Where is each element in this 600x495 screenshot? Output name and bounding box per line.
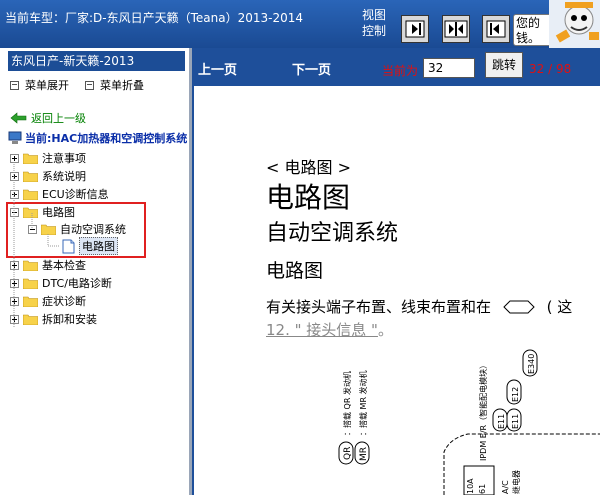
- right-arrow-icon: [405, 20, 425, 38]
- svg-text:E340: E340: [527, 354, 536, 374]
- page-nav-bar: 上一页 下一页 当前为 跳转 32 / 98: [192, 48, 600, 86]
- next-page-link[interactable]: 下一页: [292, 59, 331, 78]
- fuse-number: 61: [478, 484, 487, 494]
- fuse-label: 10A: [466, 478, 475, 494]
- wiring-diagram: QR ：搭载 QR 发动机 MR ：搭载 MR 发动机 E340 E12 E11: [338, 349, 600, 495]
- view-control-label: 视图控制: [362, 8, 387, 38]
- show-right-pane-button[interactable]: [401, 15, 429, 43]
- connector-labels: E340 E12 E11 E11: [492, 349, 538, 432]
- split-view-button[interactable]: [442, 15, 470, 43]
- svg-text:E12: E12: [511, 387, 520, 402]
- engine-legend: QR ：搭载 QR 发动机 MR ：搭载 MR 发动机: [338, 370, 370, 465]
- top-bar: 当前车型：厂家:D-东风日产天籁（Teana）2013-2014 视图控制 您的…: [0, 0, 600, 48]
- mascot-icon: [549, 0, 600, 48]
- legend-mr-text: ：搭载 MR 发动机: [358, 370, 368, 436]
- legend-qr: QR: [343, 447, 353, 460]
- navigation-pane: 东风日产-新天籁-2013 菜单展开 菜单折叠 返回上一级 当前:HAC加热器和…: [0, 48, 192, 495]
- page-count: 32 / 98: [529, 62, 572, 76]
- vehicle-title: 当前车型：厂家:D-东风日产天籁（Teana）2013-2014: [5, 11, 304, 25]
- tree-lines: [13, 162, 60, 328]
- ac-label: A/C: [501, 480, 510, 494]
- svg-text:IPDM E/R（智能配电模块）: IPDM E/R（智能配电模块）: [478, 361, 488, 461]
- legend-qr-text: ：搭载 QR 发动机: [342, 371, 352, 436]
- document-view: < 电路图 > 电路图 自动空调系统 电路图 有关接头端子布置、线束布置和在 (…: [194, 86, 600, 495]
- svg-text:E11: E11: [511, 414, 520, 429]
- page-number-input[interactable]: [423, 58, 475, 78]
- ipdm-module-label: IPDM E/R（智能配电模块）: [478, 361, 488, 461]
- show-left-pane-button[interactable]: [482, 15, 510, 43]
- current-page-label: 当前为: [382, 64, 419, 78]
- split-arrows-icon: [444, 20, 468, 38]
- jump-button[interactable]: 跳转: [485, 52, 523, 78]
- relay-label: 继电器: [511, 470, 521, 494]
- left-arrow-icon: [486, 20, 506, 38]
- prev-page-link[interactable]: 上一页: [198, 59, 237, 78]
- legend-mr: MR: [359, 447, 369, 461]
- svg-text:E11: E11: [497, 414, 506, 429]
